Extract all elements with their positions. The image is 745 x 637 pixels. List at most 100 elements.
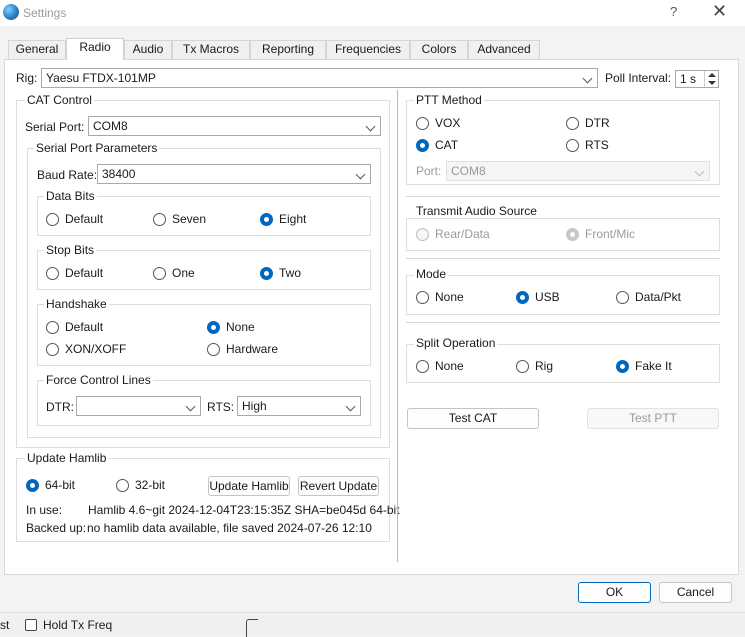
data-bits-seven-radio[interactable]: Seven [153,212,206,226]
hamlib-64bit-radio[interactable]: 64-bit [26,478,75,492]
spin-arrows-icon[interactable] [704,71,718,87]
test-cat-button[interactable]: Test CAT [407,408,539,429]
revert-update-button[interactable]: Revert Update [298,476,379,496]
tab-frequencies[interactable]: Frequencies [326,40,410,59]
chevron-down-icon [345,401,356,412]
separator [406,258,720,259]
ptt-dtr-radio[interactable]: DTR [566,116,610,130]
test-ptt-button[interactable]: Test PTT [587,408,719,429]
ptt-port-select[interactable]: COM8 [446,161,710,181]
serial-port-value: COM8 [93,119,128,133]
hamlib-32bit-radio[interactable]: 32-bit [116,478,165,492]
mode-usb-radio[interactable]: USB [516,290,560,304]
radio-icon [153,266,166,280]
handshake-xonxoff-radio[interactable]: XON/XOFF [46,342,126,356]
column-divider [397,90,398,562]
radio-icon [207,342,220,356]
stop-bits-default-radio[interactable]: Default [46,266,103,280]
radio-label: Seven [172,212,207,226]
ptt-vox-radio[interactable]: VOX [416,116,460,130]
data-bits-default-radio[interactable]: Default [46,212,103,226]
radio-selected-icon [207,320,220,334]
radio-selected-icon [260,266,273,280]
help-button[interactable]: ? [670,4,677,19]
tab-general[interactable]: General [8,40,66,59]
update-hamlib-button[interactable]: Update Hamlib [208,476,290,496]
baud-rate-select[interactable]: 38400 [97,164,371,184]
radio-icon [416,116,429,130]
tab-tx-macros[interactable]: Tx Macros [172,40,250,59]
split-fakeit-radio[interactable]: Fake It [616,359,672,373]
radio-label: Rear/Data [435,227,490,241]
radio-label: USB [535,290,560,304]
tx-audio-front-radio[interactable]: Front/Mic [566,227,635,241]
radio-icon [46,320,59,334]
radio-label: Front/Mic [585,227,636,241]
backed-up-label: Backed up: [26,521,87,535]
chevron-down-icon [355,169,366,180]
serial-port-select[interactable]: COM8 [88,116,381,136]
split-operation-title: Split Operation [414,336,498,350]
cancel-button[interactable]: Cancel [659,582,732,603]
data-bits-title: Data Bits [44,189,97,203]
data-bits-eight-radio[interactable]: Eight [260,212,306,226]
radio-icon [616,290,629,304]
split-rig-radio[interactable]: Rig [516,359,553,373]
title-bar: Settings ? ✕ [0,0,745,26]
radio-selected-icon [566,227,579,241]
tab-reporting[interactable]: Reporting [250,40,326,59]
tx-audio-title: Transmit Audio Source [414,204,539,218]
ptt-rts-radio[interactable]: RTS [566,138,609,152]
background-window-strip: st Hold Tx Freq [0,612,745,637]
stop-bits-title: Stop Bits [44,243,97,257]
radio-icon [116,478,129,492]
hold-tx-freq-checkbox[interactable]: Hold Tx Freq [25,618,112,632]
handshake-default-radio[interactable]: Default [46,320,103,334]
background-text: st [0,618,10,632]
stop-bits-one-radio[interactable]: One [153,266,195,280]
radio-icon [416,290,429,304]
rig-select[interactable]: Yaesu FTDX-101MP [41,68,598,88]
radio-label: 64-bit [45,478,76,492]
chevron-down-icon [365,121,376,132]
radio-label: None [226,320,255,334]
poll-interval-value: 1 s [680,72,697,86]
radio-label: RTS [585,138,609,152]
handshake-hardware-radio[interactable]: Hardware [207,342,278,356]
poll-interval-spinbox[interactable]: 1 s [675,70,719,88]
checkbox-label: Hold Tx Freq [43,618,113,632]
split-none-radio[interactable]: None [416,359,464,373]
tab-colors[interactable]: Colors [410,40,468,59]
rts-select[interactable]: High [237,396,361,416]
mode-title: Mode [414,267,449,281]
ptt-port-label: Port: [416,164,442,178]
radio-selected-icon [516,290,529,304]
radio-label: Data/Pkt [635,290,682,304]
close-icon[interactable]: ✕ [712,1,727,22]
mode-datapkt-radio[interactable]: Data/Pkt [616,290,681,304]
radio-label: Default [65,320,104,334]
handshake-none-radio[interactable]: None [207,320,255,334]
window-title: Settings [23,6,67,20]
ptt-cat-radio[interactable]: CAT [416,138,458,152]
tab-radio[interactable]: Radio [66,38,124,60]
separator [406,196,720,197]
tab-audio[interactable]: Audio [124,40,172,59]
ok-button[interactable]: OK [578,582,651,603]
tx-audio-rear-radio[interactable]: Rear/Data [416,227,490,241]
chevron-down-icon [694,166,705,177]
mode-none-radio[interactable]: None [416,290,464,304]
radio-label: None [435,359,464,373]
poll-interval-label: Poll Interval: [605,71,672,85]
app-globe-icon [3,4,19,20]
radio-label: 32-bit [135,478,166,492]
radio-label: CAT [435,138,459,152]
radio-icon [566,138,579,152]
ptt-port-value: COM8 [451,164,486,178]
dtr-select[interactable] [76,396,201,416]
radio-icon [416,227,429,241]
radio-selected-icon [260,212,273,226]
in-use-value: Hamlib 4.6~git 2024-12-04T23:15:35Z SHA=… [88,503,400,517]
tab-advanced[interactable]: Advanced [468,40,540,59]
stop-bits-two-radio[interactable]: Two [260,266,301,280]
